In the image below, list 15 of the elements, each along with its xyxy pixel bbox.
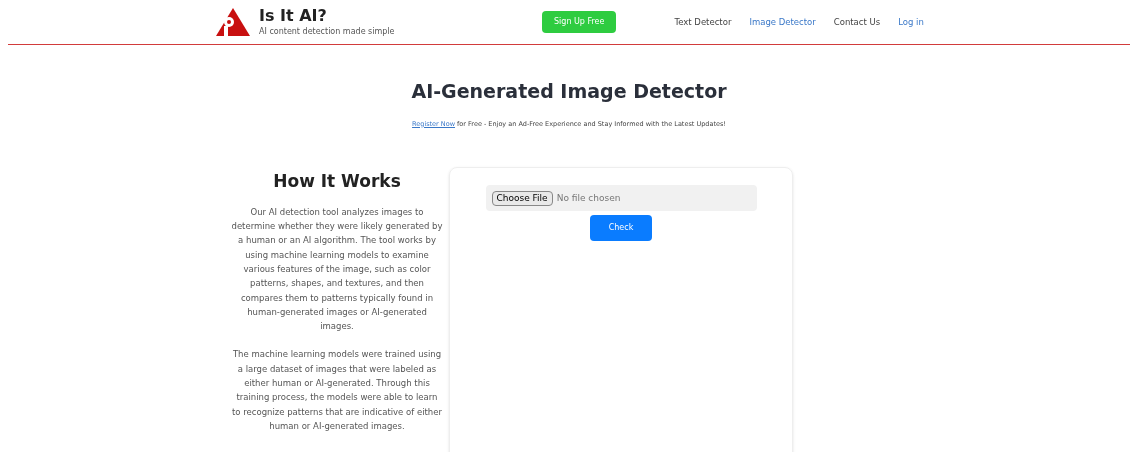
description-paragraph: Our AI detection tool analyzes images to determine whether they were likely generated by a human or an AI algorithm. The tool works by using machine learning models to examine various features of the image, such as color patterns, shapes, and textures, and then compares them to patterns typically found in human-generated images or AI-generated images.	[231, 205, 443, 334]
choose-file-button[interactable]: Choose File	[491, 190, 553, 206]
description-paragraph: The machine learning models were trained using a large dataset of images that were labeled as either human or AI-generated. Through this training process, the models were able to learn to recognize patterns that are indicative of either human or AI-generated images.	[231, 348, 443, 433]
file-status: No file chosen	[556, 191, 621, 205]
nav-link[interactable]: Text Detector	[674, 15, 732, 29]
section-heading: How It Works	[273, 170, 401, 194]
nav-link[interactable]: Contact Us	[833, 15, 881, 29]
logo-icon	[215, 7, 251, 37]
file-input[interactable]: Choose File No file chosen	[485, 185, 757, 212]
page-title: AI-Generated Image Detector	[410, 79, 728, 104]
tagline: AI content detection made simple	[259, 26, 395, 38]
check-button[interactable]: Check	[590, 215, 652, 242]
login-link[interactable]: Log in	[898, 15, 924, 29]
brand-name: Is It AI?	[259, 6, 328, 26]
nav-link[interactable]: Image Detector	[749, 15, 816, 29]
